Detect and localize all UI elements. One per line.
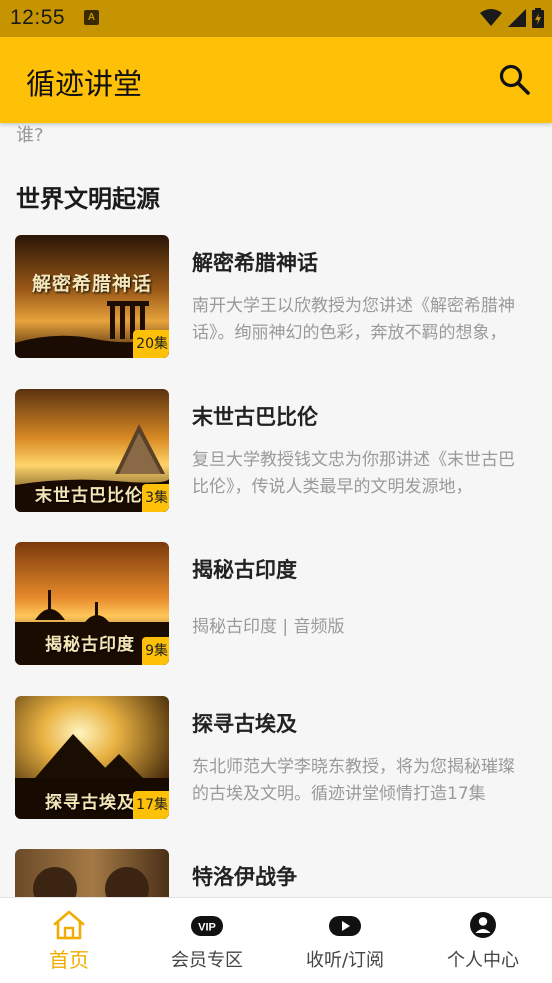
tab-profile[interactable]: 个人中心 — [414, 898, 552, 983]
bottom-tab-bar: 首页 VIP 会员专区 收听/订阅 个人中心 — [0, 897, 552, 983]
course-thumbnail[interactable]: 揭秘古印度 9集 — [15, 542, 169, 665]
tab-vip[interactable]: VIP 会员专区 — [138, 898, 276, 983]
thumbnail-art — [15, 849, 169, 897]
course-item-egypt[interactable]: 探寻古埃及 17集 探寻古埃及 东北师范大学李晓东教授，将为您揭秘璀璨的古埃及文… — [0, 696, 552, 836]
tab-home[interactable]: 首页 — [0, 898, 138, 983]
app-title: 循迹讲堂 — [26, 67, 143, 101]
course-description: 南开大学王以欣教授为您讲述《解密希腊神话》。绚丽神幻的色彩，奔放不羁的想象， — [192, 296, 515, 343]
course-description: 揭秘古印度 | 音频版 — [192, 617, 345, 637]
play-icon — [329, 916, 361, 936]
thumbnail-caption: 解密希腊神话 — [31, 273, 152, 295]
app-bar: 循迹讲堂 — [0, 37, 552, 123]
tab-profile-label: 个人中心 — [447, 950, 519, 971]
course-title: 解密希腊神话 — [192, 251, 318, 275]
tab-vip-label: 会员专区 — [171, 950, 243, 971]
status-bar: 12:55 A — [0, 0, 552, 37]
wifi-icon — [480, 9, 502, 26]
tab-subscribe-label: 收听/订阅 — [305, 950, 385, 971]
course-title: 特洛伊战争 — [192, 865, 297, 889]
episode-count-badge: 3集 — [142, 484, 169, 512]
section-title: 世界文明起源 — [16, 185, 160, 213]
course-description: 东北师范大学李晓东教授，将为您揭秘璀璨的古埃及文明。循迹讲堂倾情打造17集 — [192, 757, 515, 804]
course-title: 末世古巴比伦 — [192, 405, 318, 429]
svg-text:VIP: VIP — [198, 922, 216, 934]
course-description: 复旦大学教授钱文忠为你那讲述《末世古巴比伦》，传说人类最早的文明发源地， — [192, 450, 515, 497]
status-time: 12:55 — [10, 6, 66, 29]
search-icon[interactable] — [498, 63, 532, 97]
previous-item-text: 谁? — [16, 125, 44, 146]
episode-count-badge: 9集 — [142, 637, 169, 665]
episode-count-badge: 17集 — [133, 791, 169, 819]
signal-icon — [508, 9, 526, 27]
course-thumbnail[interactable]: 解密希腊神话 20集 — [15, 235, 169, 358]
course-title: 揭秘古印度 — [192, 558, 297, 582]
course-list[interactable]: 谁? 世界文明起源 解密希腊神话 20集 解密希腊神话 南开大学王以欣教授为您讲… — [0, 123, 552, 897]
system-icons — [480, 8, 544, 28]
vip-icon: VIP — [191, 916, 223, 936]
course-title: 探寻古埃及 — [192, 712, 297, 736]
home-icon — [53, 910, 85, 940]
notification-icon: A — [84, 10, 99, 25]
course-item-babylon[interactable]: 末世古巴比伦 3集 末世古巴比伦 复旦大学教授钱文忠为你那讲述《末世古巴比伦》，… — [0, 389, 552, 529]
battery-icon — [532, 8, 544, 28]
course-thumbnail[interactable] — [15, 849, 169, 897]
course-thumbnail[interactable]: 末世古巴比伦 3集 — [15, 389, 169, 512]
tab-subscribe[interactable]: 收听/订阅 — [276, 898, 414, 983]
tab-home-label: 首页 — [49, 948, 89, 972]
course-thumbnail[interactable]: 探寻古埃及 17集 — [15, 696, 169, 819]
user-icon — [470, 912, 496, 938]
course-item-india[interactable]: 揭秘古印度 9集 揭秘古印度 揭秘古印度 | 音频版 — [0, 542, 552, 682]
course-item-greek-myth[interactable]: 解密希腊神话 20集 解密希腊神话 南开大学王以欣教授为您讲述《解密希腊神话》。… — [0, 235, 552, 375]
course-item-troy[interactable]: 特洛伊战争 — [0, 849, 552, 897]
episode-count-badge: 20集 — [133, 330, 169, 358]
